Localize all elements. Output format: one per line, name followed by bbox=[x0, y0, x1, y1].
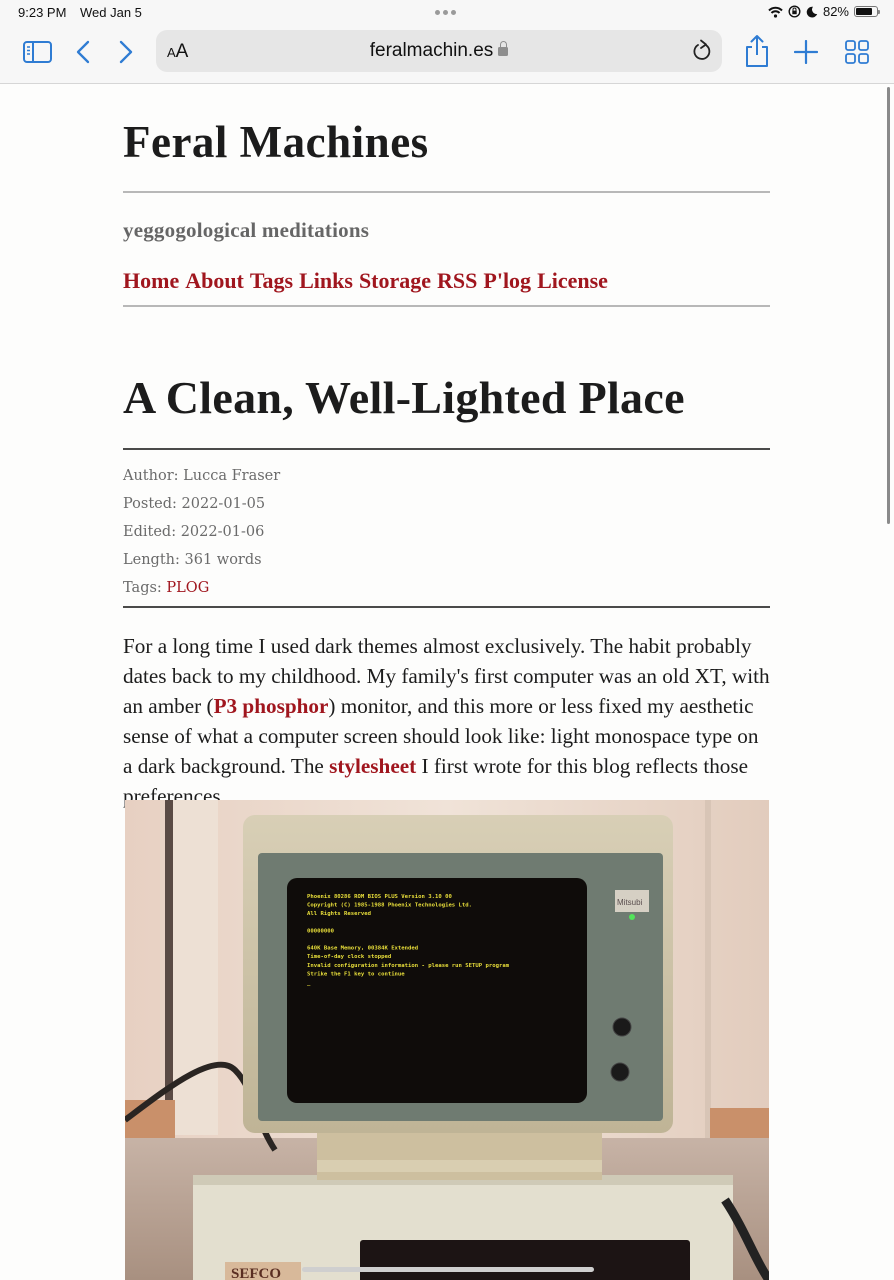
nav-divider bbox=[123, 305, 770, 307]
meta-divider bbox=[123, 606, 770, 608]
share-icon bbox=[746, 35, 768, 67]
site-tagline: yeggogological meditations bbox=[123, 218, 370, 242]
title-divider bbox=[123, 448, 770, 450]
tag-link-plog[interactable]: PLOG bbox=[166, 580, 209, 596]
reload-icon[interactable] bbox=[691, 39, 713, 63]
nav-links[interactable]: Links bbox=[299, 268, 353, 294]
new-tab-button[interactable] bbox=[791, 38, 821, 66]
nav-license[interactable]: License bbox=[537, 268, 608, 294]
status-bar: 9:23 PM Wed Jan 5 82% bbox=[0, 0, 894, 26]
crt-screen-line: Copyright (C) 1985-1988 Phoenix Technolo… bbox=[307, 903, 472, 909]
lock-icon bbox=[498, 41, 509, 56]
home-indicator[interactable] bbox=[302, 1267, 594, 1272]
tabs-overview-button[interactable] bbox=[842, 38, 872, 66]
meta-tags: Tags: PLOG bbox=[123, 580, 210, 596]
monitor-brand-label: Mitsubi bbox=[617, 898, 643, 907]
case-brand-label: SEFCO bbox=[231, 1266, 281, 1280]
header-divider bbox=[123, 191, 770, 193]
site-nav: Home About Tags Links Storage RSS P'log … bbox=[123, 268, 608, 294]
meta-posted: Posted: 2022-01-05 bbox=[123, 496, 266, 512]
post-paragraph: For a long time I used dark themes almos… bbox=[123, 634, 770, 808]
nav-rss[interactable]: RSS bbox=[437, 268, 477, 294]
browser-toolbar: AA feralmachin.es bbox=[0, 26, 894, 84]
nav-plog[interactable]: P'log bbox=[483, 268, 531, 294]
nav-tags[interactable]: Tags bbox=[250, 268, 293, 294]
back-icon bbox=[76, 40, 90, 64]
site-title[interactable]: Feral Machines bbox=[123, 116, 429, 168]
post-title: A Clean, Well-Lighted Place bbox=[123, 372, 685, 423]
post-meta: Author: Lucca Fraser Posted: 2022-01-05 … bbox=[123, 462, 280, 602]
crt-screen-line: Time-of-day clock stopped bbox=[307, 954, 391, 960]
status-indicators: 82% bbox=[768, 4, 880, 19]
status-date: Wed Jan 5 bbox=[80, 5, 142, 20]
back-button[interactable] bbox=[68, 38, 98, 66]
orientation-lock-icon bbox=[788, 5, 801, 18]
crt-photo-illustration: SEFCO Mitsubi Phoenix 80286 ROM BIOS PLU… bbox=[125, 800, 769, 1280]
crt-screen-line: Phoenix 80286 ROM BIOS PLUS Version 3.10… bbox=[307, 894, 452, 900]
sidebar-icon bbox=[22, 41, 52, 63]
battery-percent: 82% bbox=[822, 4, 849, 19]
crt-screen-line: All Rights Reserved bbox=[307, 911, 371, 917]
meta-author: Author: Lucca Fraser bbox=[123, 468, 281, 484]
address-bar[interactable]: AA feralmachin.es bbox=[156, 30, 722, 72]
multitasking-dots-icon[interactable] bbox=[435, 10, 456, 15]
battery-level-fill bbox=[856, 8, 873, 15]
meta-length: Length: 361 words bbox=[123, 552, 262, 568]
crt-screen-line: 640K Base Memory, 00384K Extended bbox=[307, 946, 418, 952]
link-stylesheet[interactable]: stylesheet bbox=[329, 754, 416, 778]
link-p3-phosphor[interactable]: P3 phosphor bbox=[214, 694, 329, 718]
tabs-overview-icon bbox=[845, 40, 869, 64]
sidebar-toggle-button[interactable] bbox=[22, 38, 52, 66]
meta-edited: Edited: 2022-01-06 bbox=[123, 524, 265, 540]
forward-button[interactable] bbox=[111, 38, 141, 66]
nav-storage[interactable]: Storage bbox=[359, 268, 431, 294]
new-tab-icon bbox=[794, 40, 818, 64]
wifi-icon bbox=[768, 6, 783, 18]
crt-screen-line: Strike the F1 key to continue bbox=[307, 971, 405, 977]
page-scrollbar[interactable] bbox=[887, 87, 890, 524]
nav-home[interactable]: Home bbox=[123, 268, 179, 294]
url-text: feralmachin.es bbox=[369, 40, 494, 61]
status-time: 9:23 PM bbox=[18, 5, 67, 20]
url-display[interactable]: feralmachin.es bbox=[156, 40, 722, 62]
do-not-disturb-moon-icon bbox=[806, 6, 818, 18]
forward-icon bbox=[119, 40, 133, 64]
battery-icon bbox=[854, 6, 880, 17]
crt-screen-line: Invalid configuration information - plea… bbox=[307, 963, 510, 969]
post-image-crt-monitor: SEFCO Mitsubi Phoenix 80286 ROM BIOS PLU… bbox=[125, 800, 769, 1280]
crt-screen-line: 00000000 bbox=[307, 928, 335, 934]
share-button[interactable] bbox=[742, 34, 772, 68]
nav-about[interactable]: About bbox=[185, 268, 244, 294]
